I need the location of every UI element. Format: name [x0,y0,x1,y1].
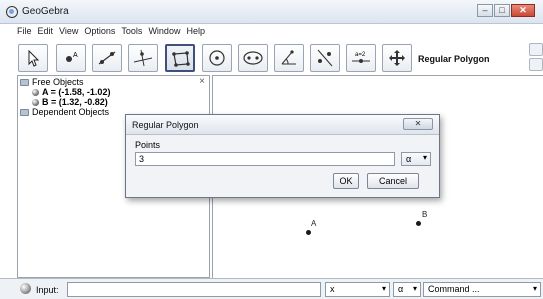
point-a-canvas-label: A [311,219,317,228]
menu-file[interactable]: File [17,26,32,40]
folder-icon [20,78,29,86]
symbol-combo-value: x [330,284,335,294]
regular-polygon-dialog: Regular Polygon ✕ Points α OK Cancel [125,114,440,198]
symbol-dropdown[interactable]: α [401,152,431,166]
svg-text:a=2: a=2 [355,52,366,58]
ellipse-icon [243,51,263,65]
greek-combo-value: α [398,284,404,294]
move-graphics-tool-button[interactable] [382,44,412,72]
menu-options[interactable]: Options [84,26,115,40]
undo-icon[interactable] [529,43,543,56]
point-b-label: B = (1.32, -0.82) [42,97,108,107]
command-combo[interactable]: Command ... [423,282,541,297]
menu-view[interactable]: View [59,26,78,40]
slider-icon: a=2 [352,52,370,63]
folder-icon [20,108,29,116]
menu-edit[interactable]: Edit [38,26,54,40]
close-button[interactable]: ✕ [511,4,535,17]
polygon-icon [172,51,190,67]
visibility-toggle-icon[interactable] [32,98,39,106]
maximize-button[interactable]: □ [494,4,510,17]
menubar: File Edit View Options Tools Window Help [0,26,205,40]
algebra-close-icon[interactable]: × [199,76,205,87]
menu-help[interactable]: Help [186,26,205,40]
dialog-titlebar[interactable]: Regular Polygon ✕ [126,115,439,135]
points-input[interactable] [135,152,395,166]
point-icon: A [66,52,78,62]
dialog-close-button[interactable]: ✕ [403,118,433,130]
point-b-marker[interactable] [416,221,421,226]
circle-tool-button[interactable] [202,44,232,72]
point-b-canvas-label: B [422,210,428,219]
dependent-objects-node[interactable]: Dependent Objects [20,107,109,117]
points-label: Points [135,140,161,150]
perpendicular-line-icon [133,49,153,67]
greek-combo[interactable]: α [393,282,421,297]
point-a-item[interactable]: A = (-1.58, -1.02) [32,87,110,97]
redo-icon[interactable] [529,58,543,71]
geogebra-logo-icon [6,6,18,18]
dialog-title: Regular Polygon [132,120,199,130]
input-field[interactable] [67,282,321,297]
angle-tool-button[interactable] [274,44,304,72]
input-bar: Input: x α Command ... [0,278,543,299]
minimize-button[interactable]: – [477,4,493,17]
visibility-toggle-icon[interactable] [32,88,39,96]
move-arrows-icon [389,50,405,66]
help-icon[interactable] [20,283,31,294]
svg-text:A: A [73,52,78,59]
move-tool-button[interactable] [18,44,48,72]
reflect-tool-button[interactable] [310,44,340,72]
circle-icon [209,50,225,66]
point-tool-button[interactable]: A [56,44,86,72]
angle-icon [281,50,296,65]
free-objects-label: Free Objects [32,77,84,87]
window-controls: – □ ✕ [477,4,535,17]
input-label: Input: [36,285,59,295]
cursor-arrow-icon [28,49,40,67]
point-a-label: A = (-1.58, -1.02) [42,87,111,97]
window-title: GeoGebra [22,6,69,17]
point-a-marker[interactable] [306,230,311,235]
point-b-item[interactable]: B = (1.32, -0.82) [32,97,108,107]
dependent-objects-label: Dependent Objects [32,107,110,117]
symbol-combo[interactable]: x [325,282,390,297]
line-tool-button[interactable] [92,44,122,72]
slider-tool-button[interactable]: a=2 [346,44,376,72]
polygon-tool-button[interactable] [165,44,195,72]
cancel-button[interactable]: Cancel [367,173,419,189]
perpendicular-tool-button[interactable] [128,44,158,72]
conic-tool-button[interactable] [238,44,268,72]
tool-mode-label: Regular Polygon [418,54,490,64]
menu-window[interactable]: Window [148,26,180,40]
toolbar: A a=2 Regular Polygon [0,40,543,74]
ok-button[interactable]: OK [333,173,359,189]
line-icon [98,51,116,65]
window-titlebar: GeoGebra – □ ✕ [0,0,543,24]
symbol-label: α [406,154,412,164]
free-objects-node[interactable]: Free Objects [20,77,84,87]
menu-tools[interactable]: Tools [121,26,142,40]
command-combo-value: Command ... [428,284,480,294]
reflect-icon [317,49,333,67]
